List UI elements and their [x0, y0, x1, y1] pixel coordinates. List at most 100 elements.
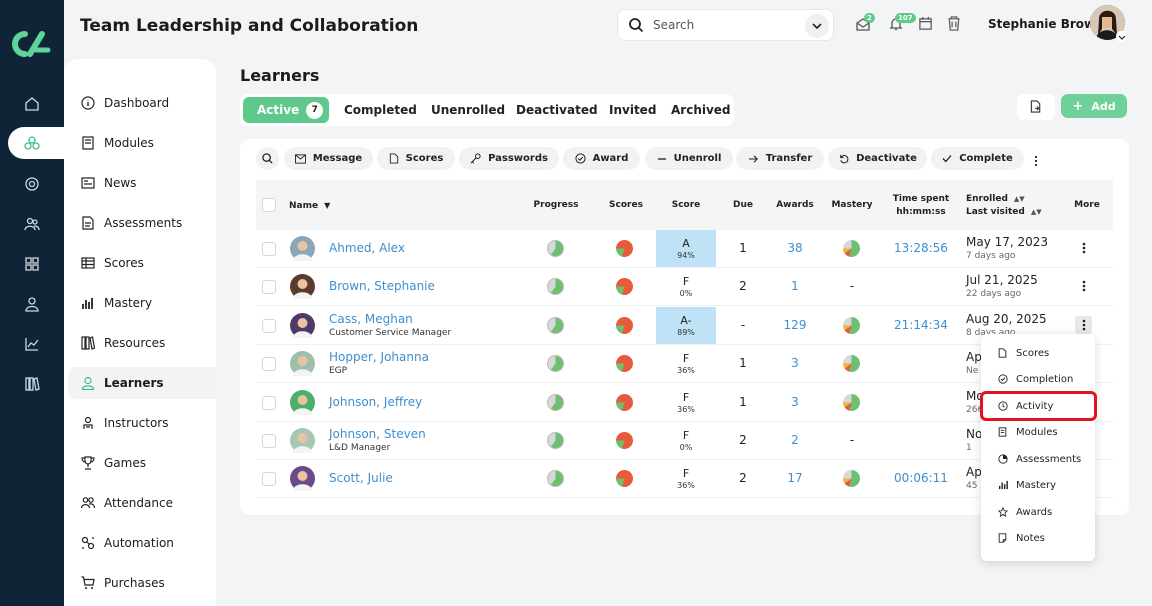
- progress-pie-icon[interactable]: [547, 394, 564, 411]
- time-spent-link[interactable]: 21:14:34: [888, 318, 954, 332]
- menu-item-completion[interactable]: Completion: [998, 370, 1073, 388]
- sidebar-item-dashboard[interactable]: Dashboard: [80, 89, 216, 117]
- learner-name-link[interactable]: Ahmed, Alex: [329, 241, 405, 255]
- menu-item-modules[interactable]: Modules: [998, 423, 1058, 441]
- target-icon[interactable]: [21, 173, 43, 195]
- scores-pie-icon[interactable]: [616, 355, 633, 372]
- time-spent-link[interactable]: 13:28:56: [888, 241, 954, 255]
- people-icon[interactable]: [21, 213, 43, 235]
- scores-pie-icon[interactable]: [616, 394, 633, 411]
- menu-item-assessments[interactable]: Assessments: [998, 450, 1081, 468]
- export-button[interactable]: [1017, 94, 1055, 120]
- passwords-button[interactable]: Passwords: [459, 147, 559, 170]
- scores-pie-icon[interactable]: [616, 470, 633, 487]
- row-checkbox[interactable]: [262, 472, 276, 486]
- scores-pie-icon[interactable]: [616, 317, 633, 334]
- sidebar-item-assessments[interactable]: Assessments: [80, 209, 216, 237]
- unenroll-button[interactable]: Unenroll: [645, 147, 733, 170]
- home-icon[interactable]: [21, 93, 43, 115]
- tab-deactivated[interactable]: Deactivated: [516, 94, 598, 126]
- sidebar-item-instructors[interactable]: Instructors: [80, 409, 216, 437]
- mastery-pie-icon[interactable]: [843, 317, 860, 334]
- progress-pie-icon[interactable]: [547, 317, 564, 334]
- grid-icon[interactable]: [21, 253, 43, 275]
- account-chevron-icon[interactable]: [1116, 31, 1127, 42]
- sidebar-item-modules[interactable]: Modules: [80, 129, 216, 157]
- row-more-icon[interactable]: [1075, 316, 1092, 334]
- learner-name-link[interactable]: Cass, Meghan: [329, 312, 413, 326]
- table-row[interactable]: Ahmed, Alex A 94% 1 38 13:28:56 May 17, 2023 7 …: [256, 230, 1113, 268]
- sidebar-item-scores[interactable]: Scores: [80, 249, 216, 277]
- awards-count-link[interactable]: 17: [770, 471, 820, 485]
- awards-count-link[interactable]: 38: [770, 241, 820, 255]
- complete-button[interactable]: Complete: [931, 147, 1024, 170]
- row-checkbox[interactable]: [262, 434, 276, 448]
- tab-completed[interactable]: Completed: [344, 94, 417, 126]
- sidebar-item-learners[interactable]: Learners: [68, 367, 216, 399]
- awards-count-link[interactable]: 2: [770, 433, 820, 447]
- sidebar-item-attendance[interactable]: Attendance: [80, 489, 216, 517]
- learner-name-link[interactable]: Scott, Julie: [329, 471, 393, 485]
- sidebar-item-news[interactable]: News: [80, 169, 216, 197]
- toolbar-more-icon[interactable]: [1031, 152, 1041, 171]
- user-icon[interactable]: [21, 293, 43, 315]
- row-checkbox[interactable]: [262, 319, 276, 333]
- learner-name-link[interactable]: Hopper, Johanna: [329, 350, 429, 364]
- mastery-pie-icon[interactable]: [843, 394, 860, 411]
- scores-pie-icon[interactable]: [616, 432, 633, 449]
- progress-pie-icon[interactable]: [547, 240, 564, 257]
- row-more-icon[interactable]: [1075, 239, 1092, 257]
- time-spent-link[interactable]: 00:06:11: [888, 471, 954, 485]
- trash-icon[interactable]: [947, 16, 961, 35]
- name-column-header[interactable]: Name ▼: [289, 199, 330, 213]
- scores-pie-icon[interactable]: [616, 240, 633, 257]
- transfer-button[interactable]: Transfer: [736, 147, 824, 170]
- sidebar-item-mastery[interactable]: Mastery: [80, 289, 216, 317]
- tab-invited[interactable]: Invited: [609, 94, 656, 126]
- tab-active[interactable]: Active 7: [243, 97, 329, 123]
- mastery-pie-icon[interactable]: [843, 240, 860, 257]
- awards-count-link[interactable]: 3: [770, 356, 820, 370]
- enrolled-column-header[interactable]: Enrolled ▲▼ Last visited ▲▼: [966, 193, 1042, 219]
- search-input[interactable]: Search: [617, 9, 834, 41]
- mastery-pie-icon[interactable]: [843, 470, 860, 487]
- line-chart-icon[interactable]: [21, 333, 43, 355]
- menu-item-notes[interactable]: Notes: [998, 529, 1045, 547]
- row-checkbox[interactable]: [262, 357, 276, 371]
- scores-pie-icon[interactable]: [616, 278, 633, 295]
- mastery-pie-icon[interactable]: [843, 355, 860, 372]
- sidebar-item-purchases[interactable]: Purchases: [80, 569, 216, 597]
- awards-count-link[interactable]: 129: [770, 318, 820, 332]
- progress-pie-icon[interactable]: [547, 470, 564, 487]
- sidebar-item-games[interactable]: Games: [80, 449, 216, 477]
- message-button[interactable]: Message: [284, 147, 373, 170]
- select-all-checkbox[interactable]: [262, 198, 276, 212]
- row-checkbox[interactable]: [262, 396, 276, 410]
- row-checkbox[interactable]: [262, 280, 276, 294]
- row-checkbox[interactable]: [262, 242, 276, 256]
- learner-name-link[interactable]: Johnson, Jeffrey: [329, 395, 422, 409]
- progress-pie-icon[interactable]: [547, 355, 564, 372]
- menu-item-mastery[interactable]: Mastery: [998, 476, 1056, 494]
- menu-item-scores[interactable]: Scores: [998, 344, 1049, 362]
- add-button[interactable]: + Add: [1061, 94, 1127, 118]
- awards-count-link[interactable]: 3: [770, 395, 820, 409]
- learner-name-link[interactable]: Brown, Stephanie: [329, 279, 435, 293]
- network-icon[interactable]: [21, 132, 43, 154]
- award-button[interactable]: Award: [563, 147, 640, 170]
- sidebar-item-resources[interactable]: Resources: [80, 329, 216, 357]
- library-icon[interactable]: [21, 373, 43, 395]
- sidebar-item-automation[interactable]: Automation: [80, 529, 216, 557]
- table-row[interactable]: Brown, Stephanie F 0% 2 1 - Jul 21, 2025 22 day…: [256, 268, 1113, 306]
- row-more-icon[interactable]: [1075, 277, 1092, 295]
- learner-name-link[interactable]: Johnson, Steven: [329, 427, 426, 441]
- calendar-icon[interactable]: [918, 16, 933, 35]
- progress-pie-icon[interactable]: [547, 278, 564, 295]
- user-name[interactable]: Stephanie Brown: [988, 17, 1104, 31]
- scores-button[interactable]: Scores: [377, 147, 455, 170]
- menu-item-awards[interactable]: Awards: [998, 503, 1052, 521]
- table-search-button[interactable]: [256, 147, 279, 170]
- deactivate-button[interactable]: Deactivate: [828, 147, 927, 170]
- tab-unenrolled[interactable]: Unenrolled: [431, 94, 505, 126]
- chevron-down-icon[interactable]: [805, 14, 829, 38]
